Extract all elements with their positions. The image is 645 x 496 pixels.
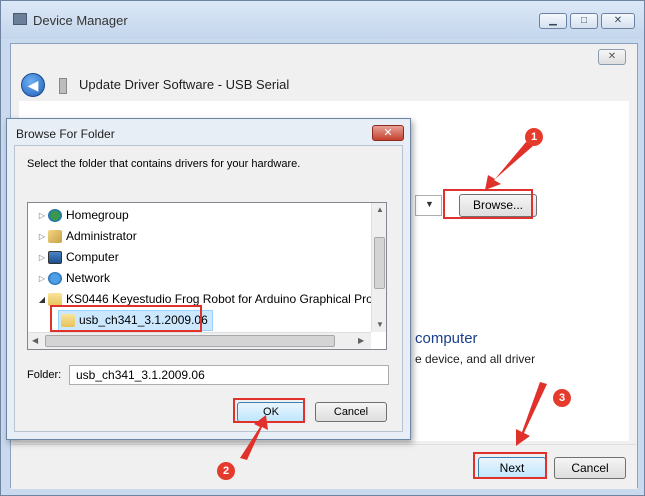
arrow-to-ok [240, 415, 268, 460]
step-badge-2: 2 [217, 462, 235, 480]
annotation-arrows [240, 142, 547, 460]
arrow-to-browse [485, 142, 533, 190]
step-badge-1: 1 [525, 128, 543, 146]
step-badge-3: 3 [553, 389, 571, 407]
arrow-to-next [516, 382, 547, 446]
